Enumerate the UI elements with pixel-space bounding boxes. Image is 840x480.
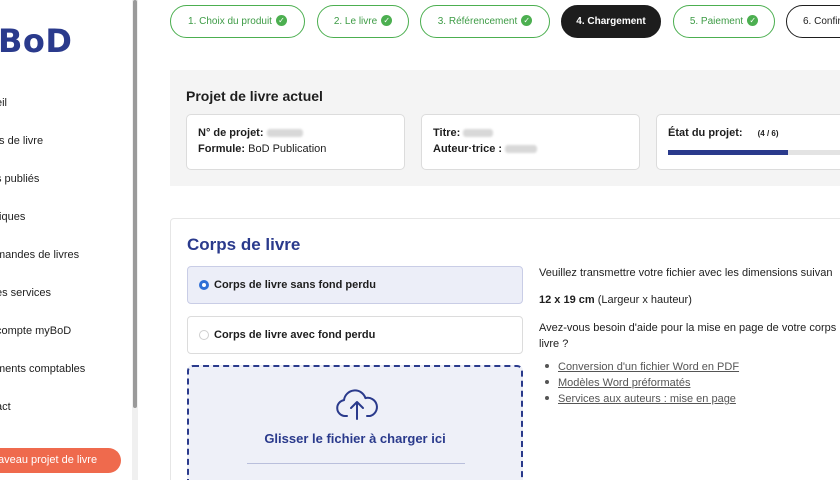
dimensions-note: (Largeur x hauteur) bbox=[597, 294, 692, 306]
step-label: 4. Chargement bbox=[576, 16, 646, 27]
check-icon: ✓ bbox=[275, 14, 287, 26]
dropzone-text: Glisser le fichier à charger ici bbox=[264, 431, 446, 446]
bullet-icon bbox=[545, 396, 549, 401]
help-question: Avez-vous besoin d'aide pour la mise en … bbox=[539, 322, 837, 350]
author-row: Auteur·trice : bbox=[433, 143, 538, 155]
sidebar: BoD eil ts de livre s publiés tiques man… bbox=[0, 0, 132, 480]
step-book[interactable]: 2. Le livre ✓ bbox=[317, 5, 409, 38]
current-project-section: Projet de livre actuel N° de projet: For… bbox=[170, 70, 840, 186]
radio-unselected-icon[interactable] bbox=[199, 330, 209, 340]
project-progress-fill bbox=[668, 150, 789, 155]
sidebar-item-home[interactable]: eil bbox=[0, 97, 7, 109]
step-payment[interactable]: 5. Paiement ✓ bbox=[673, 5, 775, 38]
option-with-bleed[interactable]: Corps de livre avec fond perdu bbox=[187, 316, 523, 354]
progress-steps: 1. Choix du produit ✓ 2. Le livre ✓ 3. Réf… bbox=[138, 0, 840, 44]
option-no-bleed[interactable]: Corps de livre sans fond perdu bbox=[187, 266, 523, 304]
file-dropzone[interactable]: Glisser le fichier à charger ici bbox=[187, 365, 523, 480]
option-no-bleed-label: Corps de livre sans fond perdu bbox=[214, 279, 376, 291]
project-state-label: État du projet: bbox=[668, 127, 743, 139]
current-project-heading: Projet de livre actuel bbox=[186, 88, 323, 104]
list-item: Services aux auteurs : mise en page bbox=[545, 393, 739, 409]
title-redacted bbox=[463, 129, 494, 138]
list-item: Modèles Word préformatés bbox=[545, 377, 739, 393]
dimensions-value: 12 x 19 cm bbox=[539, 294, 595, 306]
radio-selected-icon[interactable] bbox=[199, 280, 209, 290]
dropzone-divider bbox=[247, 463, 465, 464]
author-redacted bbox=[505, 145, 538, 154]
dimensions-intro: Veuillez transmettre votre fichier avec … bbox=[539, 267, 833, 279]
project-id-card: N° de projet: Formule: BoD Publication bbox=[186, 114, 405, 170]
formula-label: Formule: bbox=[198, 143, 246, 155]
sidebar-item-contact[interactable]: act bbox=[0, 401, 11, 413]
book-body-panel: Corps de livre Corps de livre sans fond … bbox=[170, 218, 840, 480]
step-listing[interactable]: 3. Référencement ✓ bbox=[420, 5, 550, 38]
formula-row: Formule: BoD Publication bbox=[198, 143, 326, 155]
link-word-to-pdf[interactable]: Conversion d'un fichier Word en PDF bbox=[558, 361, 739, 373]
list-item: Conversion d'un fichier Word en PDF bbox=[545, 361, 739, 377]
title-row: Titre: bbox=[433, 127, 494, 139]
sidebar-item-statistics[interactable]: tiques bbox=[0, 211, 25, 223]
help-links-list: Conversion d'un fichier Word en PDF Modè… bbox=[545, 361, 739, 409]
sidebar-item-book-projects[interactable]: ts de livre bbox=[0, 135, 43, 147]
sidebar-item-published-books[interactable]: s publiés bbox=[0, 173, 39, 185]
book-body-title: Corps de livre bbox=[187, 235, 301, 254]
check-icon: ✓ bbox=[521, 14, 533, 26]
sidebar-item-services[interactable]: es services bbox=[0, 287, 51, 299]
check-icon: ✓ bbox=[747, 14, 759, 26]
project-state-count: (4 / 6) bbox=[757, 129, 779, 138]
link-word-templates[interactable]: Modèles Word préformatés bbox=[558, 377, 690, 389]
book-info-card: Titre: Auteur·trice : bbox=[421, 114, 640, 170]
formula-value: BoD Publication bbox=[248, 143, 327, 155]
check-icon: ✓ bbox=[381, 14, 393, 26]
project-number-row: N° de projet: bbox=[198, 127, 303, 139]
project-status-card: État du projet: (4 / 6) bbox=[656, 114, 840, 170]
link-author-services[interactable]: Services aux auteurs : mise en page bbox=[558, 393, 736, 405]
step-confirmation[interactable]: 6. Confir bbox=[786, 5, 840, 38]
cloud-upload-icon bbox=[336, 389, 378, 420]
step-label: 1. Choix du produit bbox=[188, 16, 272, 27]
title-label: Titre: bbox=[433, 127, 461, 139]
main-content: 1. Choix du produit ✓ 2. Le livre ✓ 3. Réf… bbox=[138, 0, 840, 480]
step-label: 2. Le livre bbox=[333, 16, 378, 27]
bullet-icon bbox=[545, 364, 549, 369]
step-label: 6. Confir bbox=[803, 16, 840, 27]
author-label: Auteur·trice : bbox=[433, 143, 503, 155]
sidebar-item-accounting-documents[interactable]: ments comptables bbox=[0, 363, 85, 375]
bod-logo[interactable]: BoD bbox=[0, 22, 72, 60]
bullet-icon bbox=[545, 380, 549, 385]
dimensions-row: 12 x 19 cm (Largeur x hauteur) bbox=[539, 294, 692, 306]
new-book-project-button[interactable]: aveau projet de livre bbox=[0, 448, 121, 473]
step-product-choice[interactable]: 1. Choix du produit ✓ bbox=[170, 5, 305, 38]
step-label: 5. Paiement bbox=[689, 16, 744, 27]
step-label: 3. Référencement bbox=[437, 16, 518, 27]
project-number-label: N° de projet: bbox=[198, 127, 264, 139]
project-state-row: État du projet: (4 / 6) bbox=[668, 127, 779, 139]
sidebar-item-book-orders[interactable]: mandes de livres bbox=[0, 249, 79, 261]
project-number-redacted bbox=[266, 129, 303, 138]
option-with-bleed-label: Corps de livre avec fond perdu bbox=[214, 329, 376, 341]
sidebar-item-account[interactable]: compte myBoD bbox=[0, 325, 71, 337]
scrollbar-thumb[interactable] bbox=[133, 0, 137, 408]
step-upload[interactable]: 4. Chargement bbox=[561, 5, 661, 38]
project-progress-bar bbox=[668, 150, 840, 155]
